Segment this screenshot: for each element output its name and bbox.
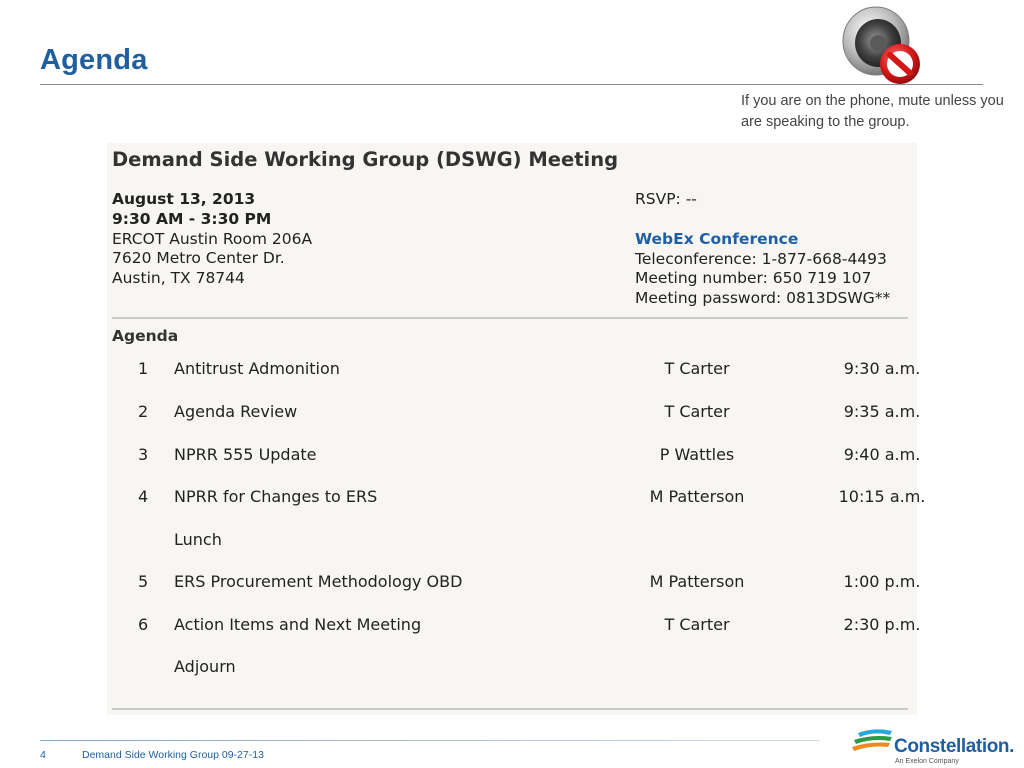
agenda-item-topic: Action Items and Next Meeting bbox=[174, 615, 422, 634]
agenda-item-presenter: M Patterson bbox=[649, 487, 745, 506]
document-divider bbox=[112, 317, 908, 319]
webex-title: WebEx Conference bbox=[635, 229, 799, 248]
agenda-item-time: 9:30 a.m. bbox=[843, 359, 921, 378]
agenda-item-presenter: T Carter bbox=[664, 402, 730, 421]
agenda-item-time: 9:40 a.m. bbox=[843, 445, 921, 464]
agenda-item: 6 Action Items and Next Meeting T Carter… bbox=[107, 615, 920, 637]
agenda-item-topic: Adjourn bbox=[174, 657, 236, 676]
agenda-item-time: 2:30 p.m. bbox=[843, 615, 921, 634]
agenda-item-number: 1 bbox=[138, 359, 149, 378]
agenda-item: 5 ERS Procurement Methodology OBD M Patt… bbox=[107, 572, 920, 594]
agenda-item: 1 Antitrust Admonition T Carter 9:30 a.m… bbox=[107, 359, 920, 381]
company-logo-text: Constellation. bbox=[894, 736, 1015, 757]
document-heading: Demand Side Working Group (DSWG) Meeting bbox=[112, 148, 619, 171]
constellation-logo-icon bbox=[852, 729, 892, 751]
speaker-muted-icon bbox=[842, 6, 920, 84]
agenda-item: 2 Agenda Review T Carter 9:35 a.m. bbox=[107, 402, 920, 424]
agenda-item: Lunch bbox=[107, 530, 917, 552]
location-line: Austin, TX 78744 bbox=[112, 269, 245, 288]
agenda-item-presenter: T Carter bbox=[664, 359, 730, 378]
company-logo-subtitle: An Exelon Company bbox=[895, 758, 959, 765]
agenda-item: 3 NPRR 555 Update P Wattles 9:40 a.m. bbox=[107, 445, 920, 467]
agenda-item-topic: Antitrust Admonition bbox=[174, 359, 340, 378]
document-bottom-divider bbox=[112, 708, 908, 710]
teleconference-number: Teleconference: 1-877-668-4493 bbox=[635, 249, 887, 268]
agenda-label: Agenda bbox=[112, 327, 179, 345]
agenda-item-presenter: M Patterson bbox=[649, 572, 745, 591]
agenda-document: Demand Side Working Group (DSWG) Meeting… bbox=[107, 143, 925, 715]
meeting-number: Meeting number: 650 719 107 bbox=[635, 269, 872, 288]
meeting-date: August 13, 2013 bbox=[112, 190, 256, 208]
agenda-item-topic: Lunch bbox=[174, 530, 222, 549]
meeting-time: 9:30 AM - 3:30 PM bbox=[112, 209, 272, 228]
location-line: 7620 Metro Center Dr. bbox=[112, 249, 285, 268]
footer-divider bbox=[40, 740, 820, 741]
agenda-item-number: 3 bbox=[138, 445, 149, 464]
agenda-item-topic: NPRR 555 Update bbox=[174, 445, 317, 464]
rsvp: RSVP: -- bbox=[635, 190, 697, 208]
agenda-item-time: 9:35 a.m. bbox=[843, 402, 921, 421]
slide-title: Agenda bbox=[40, 44, 148, 76]
agenda-item-topic: ERS Procurement Methodology OBD bbox=[174, 572, 463, 591]
agenda-item-time: 10:15 a.m. bbox=[838, 487, 926, 506]
agenda-item-number: 5 bbox=[138, 572, 149, 591]
location-line: ERCOT Austin Room 206A bbox=[112, 229, 313, 248]
agenda-item-presenter: P Wattles bbox=[659, 445, 735, 464]
agenda-item-presenter: T Carter bbox=[664, 615, 730, 634]
agenda-item: Adjourn bbox=[107, 657, 917, 679]
mute-instruction: If you are on the phone, mute unless you… bbox=[741, 93, 1004, 130]
footer-text: Demand Side Working Group 09-27-13 bbox=[82, 749, 264, 761]
page-number: 4 bbox=[40, 749, 46, 761]
agenda-item-number: 2 bbox=[138, 402, 149, 421]
agenda-item-topic: NPRR for Changes to ERS bbox=[174, 487, 378, 506]
agenda-item-number: 6 bbox=[138, 615, 149, 634]
agenda-item-number: 4 bbox=[138, 487, 149, 506]
conference-details: RSVP: -- WebEx Conference Teleconference… bbox=[635, 190, 890, 309]
agenda-item-time: 1:00 p.m. bbox=[843, 572, 921, 591]
agenda-item-topic: Agenda Review bbox=[174, 402, 298, 421]
meeting-details: August 13, 2013 9:30 AM - 3:30 PM ERCOT … bbox=[112, 190, 312, 289]
meeting-password: Meeting password: 0813DSWG** bbox=[635, 289, 891, 308]
agenda-item: 4 NPRR for Changes to ERS M Patterson 10… bbox=[107, 487, 925, 509]
